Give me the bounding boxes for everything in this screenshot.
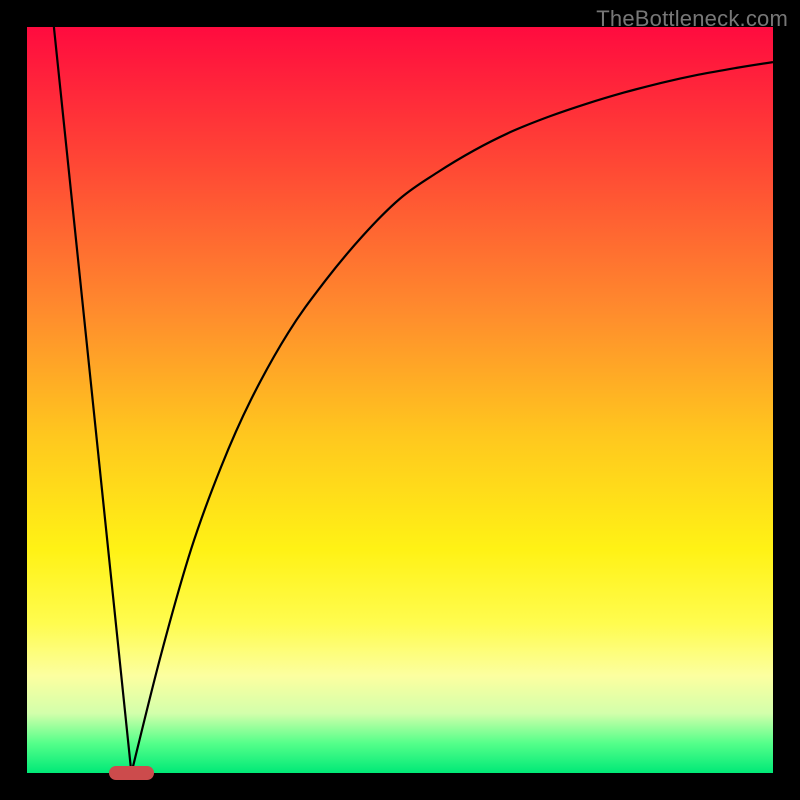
right-curve-path [131, 62, 773, 773]
bottleneck-marker [109, 766, 154, 780]
chart-curves-svg [27, 27, 773, 773]
left-line-path [54, 27, 131, 773]
chart-frame: TheBottleneck.com [0, 0, 800, 800]
watermark-text: TheBottleneck.com [596, 6, 788, 32]
